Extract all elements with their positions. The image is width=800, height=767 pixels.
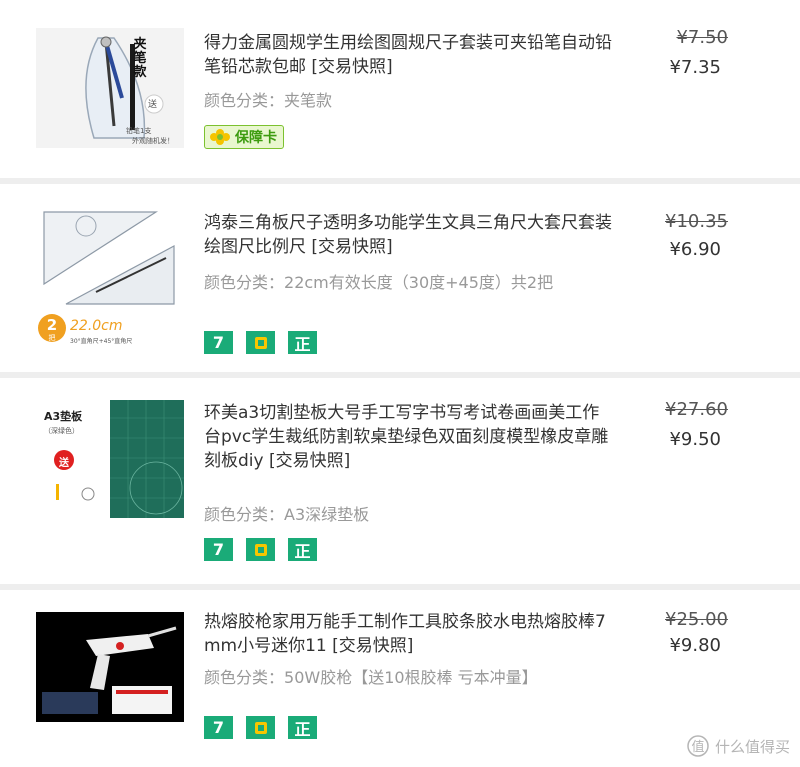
shield-guarantee-icon[interactable]	[246, 331, 275, 354]
seven-day-return-icon[interactable]: 7	[204, 716, 233, 739]
warranty-card-badge[interactable]: 保障卡	[204, 125, 284, 149]
paid-price: ¥9.80	[669, 635, 721, 656]
product-title-link[interactable]: 热熔胶枪家用万能手工制作工具胶条胶水电热熔胶棒7mm小号迷你11 [交易快照]	[204, 610, 614, 658]
product-thumbnail[interactable]	[36, 612, 184, 722]
paid-price: ¥9.50	[669, 429, 721, 450]
product-title-link[interactable]: 环美a3切割垫板大号手工写字书写考试卷画画美工作台pvc学生裁纸防割软桌垫绿色双…	[204, 401, 614, 473]
watermark-text: 什么值得买	[714, 737, 790, 756]
thumb-note: 铅笔1支	[126, 127, 152, 135]
shield-icon	[254, 336, 267, 349]
product-thumbnail[interactable]: A3垫板 （深绿色） 送	[36, 398, 186, 520]
thumb-note: 30°直角尺+45°直角尺	[70, 338, 133, 345]
thumb-note: 外观随机发！	[132, 137, 174, 145]
product-variant: 颜色分类：夹笔款	[204, 89, 614, 113]
variant-label: 颜色分类：	[204, 273, 285, 292]
thumb-gift-mark: 送	[148, 100, 158, 110]
seven-day-return-icon[interactable]: 7	[204, 538, 233, 561]
paid-price: ¥7.35	[669, 57, 721, 78]
variant-value: A3深绿垫板	[284, 505, 370, 524]
thumb-size: 22.0cm	[70, 318, 123, 334]
glue-gun-image	[36, 612, 184, 722]
variant-value: 50W胶枪【送10根胶棒 亏本冲量】	[284, 668, 538, 687]
shield-icon	[254, 721, 267, 734]
shield-guarantee-icon[interactable]	[246, 538, 275, 561]
genuine-guarantee-icon[interactable]: 正	[288, 716, 317, 739]
variant-label: 颜色分类：	[204, 668, 285, 687]
shield-guarantee-icon[interactable]	[246, 716, 275, 739]
service-badges: 7 正	[204, 538, 317, 561]
variant-label: 颜色分类：	[204, 91, 285, 110]
smzdm-logo-icon: 值	[687, 735, 709, 757]
product-title-link[interactable]: 鸿泰三角板尺子透明多功能学生文具三角尺大套尺套装绘图尺比例尺 [交易快照]	[204, 211, 614, 259]
compass-product-image	[36, 28, 184, 148]
order-item[interactable]: 2 把 22.0cm 30°直角尺+45°直角尺 鸿泰三角板尺子透明多功能学生文…	[0, 184, 800, 372]
original-price: ¥27.60	[665, 399, 728, 420]
genuine-guarantee-icon[interactable]: 正	[288, 331, 317, 354]
order-item[interactable]: 热熔胶枪家用万能手工制作工具胶条胶水电热熔胶棒7mm小号迷你11 [交易快照] …	[0, 590, 800, 767]
product-variant: 颜色分类：50W胶枪【送10根胶棒 亏本冲量】	[204, 666, 614, 690]
product-thumbnail[interactable]: 夹笔款 送 铅笔1支 外观随机发！	[36, 28, 184, 148]
thumb-unit: 把	[48, 334, 56, 342]
thumb-count: 2	[46, 316, 58, 334]
flower-icon	[210, 129, 230, 145]
variant-value: 22cm有效长度（30度+45度）共2把	[284, 273, 554, 292]
svg-text:值: 值	[691, 739, 704, 755]
genuine-guarantee-icon[interactable]: 正	[288, 538, 317, 561]
service-badges: 7 正	[204, 331, 317, 354]
order-list: 夹笔款 送 铅笔1支 外观随机发！ 得力金属圆规学生用绘图圆规尺子套装可夹铅笔自…	[0, 0, 800, 767]
variant-value: 夹笔款	[284, 91, 333, 110]
shield-icon	[254, 543, 267, 556]
order-item[interactable]: A3垫板 （深绿色） 送 环美a3切割垫板大号手工写字书写考试卷画画美工作台pv…	[0, 378, 800, 584]
product-thumbnail[interactable]: 2 把 22.0cm 30°直角尺+45°直角尺	[36, 204, 184, 350]
variant-label: 颜色分类：	[204, 505, 285, 524]
paid-price: ¥6.90	[669, 239, 721, 260]
thumb-caption: 夹笔款	[133, 37, 147, 80]
thumb-gift-mark: 送	[59, 458, 69, 469]
thumb-note: （深绿色）	[44, 427, 79, 435]
seven-day-return-icon[interactable]: 7	[204, 331, 233, 354]
site-watermark: 值 什么值得买	[687, 735, 790, 757]
product-variant: 颜色分类：22cm有效长度（30度+45度）共2把	[204, 271, 614, 295]
original-price: ¥10.35	[665, 211, 728, 232]
original-price: ¥7.50	[676, 27, 728, 48]
original-price: ¥25.00	[665, 609, 728, 630]
thumb-caption: A3垫板	[44, 410, 83, 423]
warranty-label: 保障卡	[235, 130, 277, 146]
product-title-link[interactable]: 得力金属圆规学生用绘图圆规尺子套装可夹铅笔自动铅笔铅芯款包邮 [交易快照]	[204, 31, 614, 79]
service-badges: 7 正	[204, 716, 317, 739]
order-item[interactable]: 夹笔款 送 铅笔1支 外观随机发！ 得力金属圆规学生用绘图圆规尺子套装可夹铅笔自…	[0, 0, 800, 178]
product-variant: 颜色分类：A3深绿垫板	[204, 503, 614, 527]
